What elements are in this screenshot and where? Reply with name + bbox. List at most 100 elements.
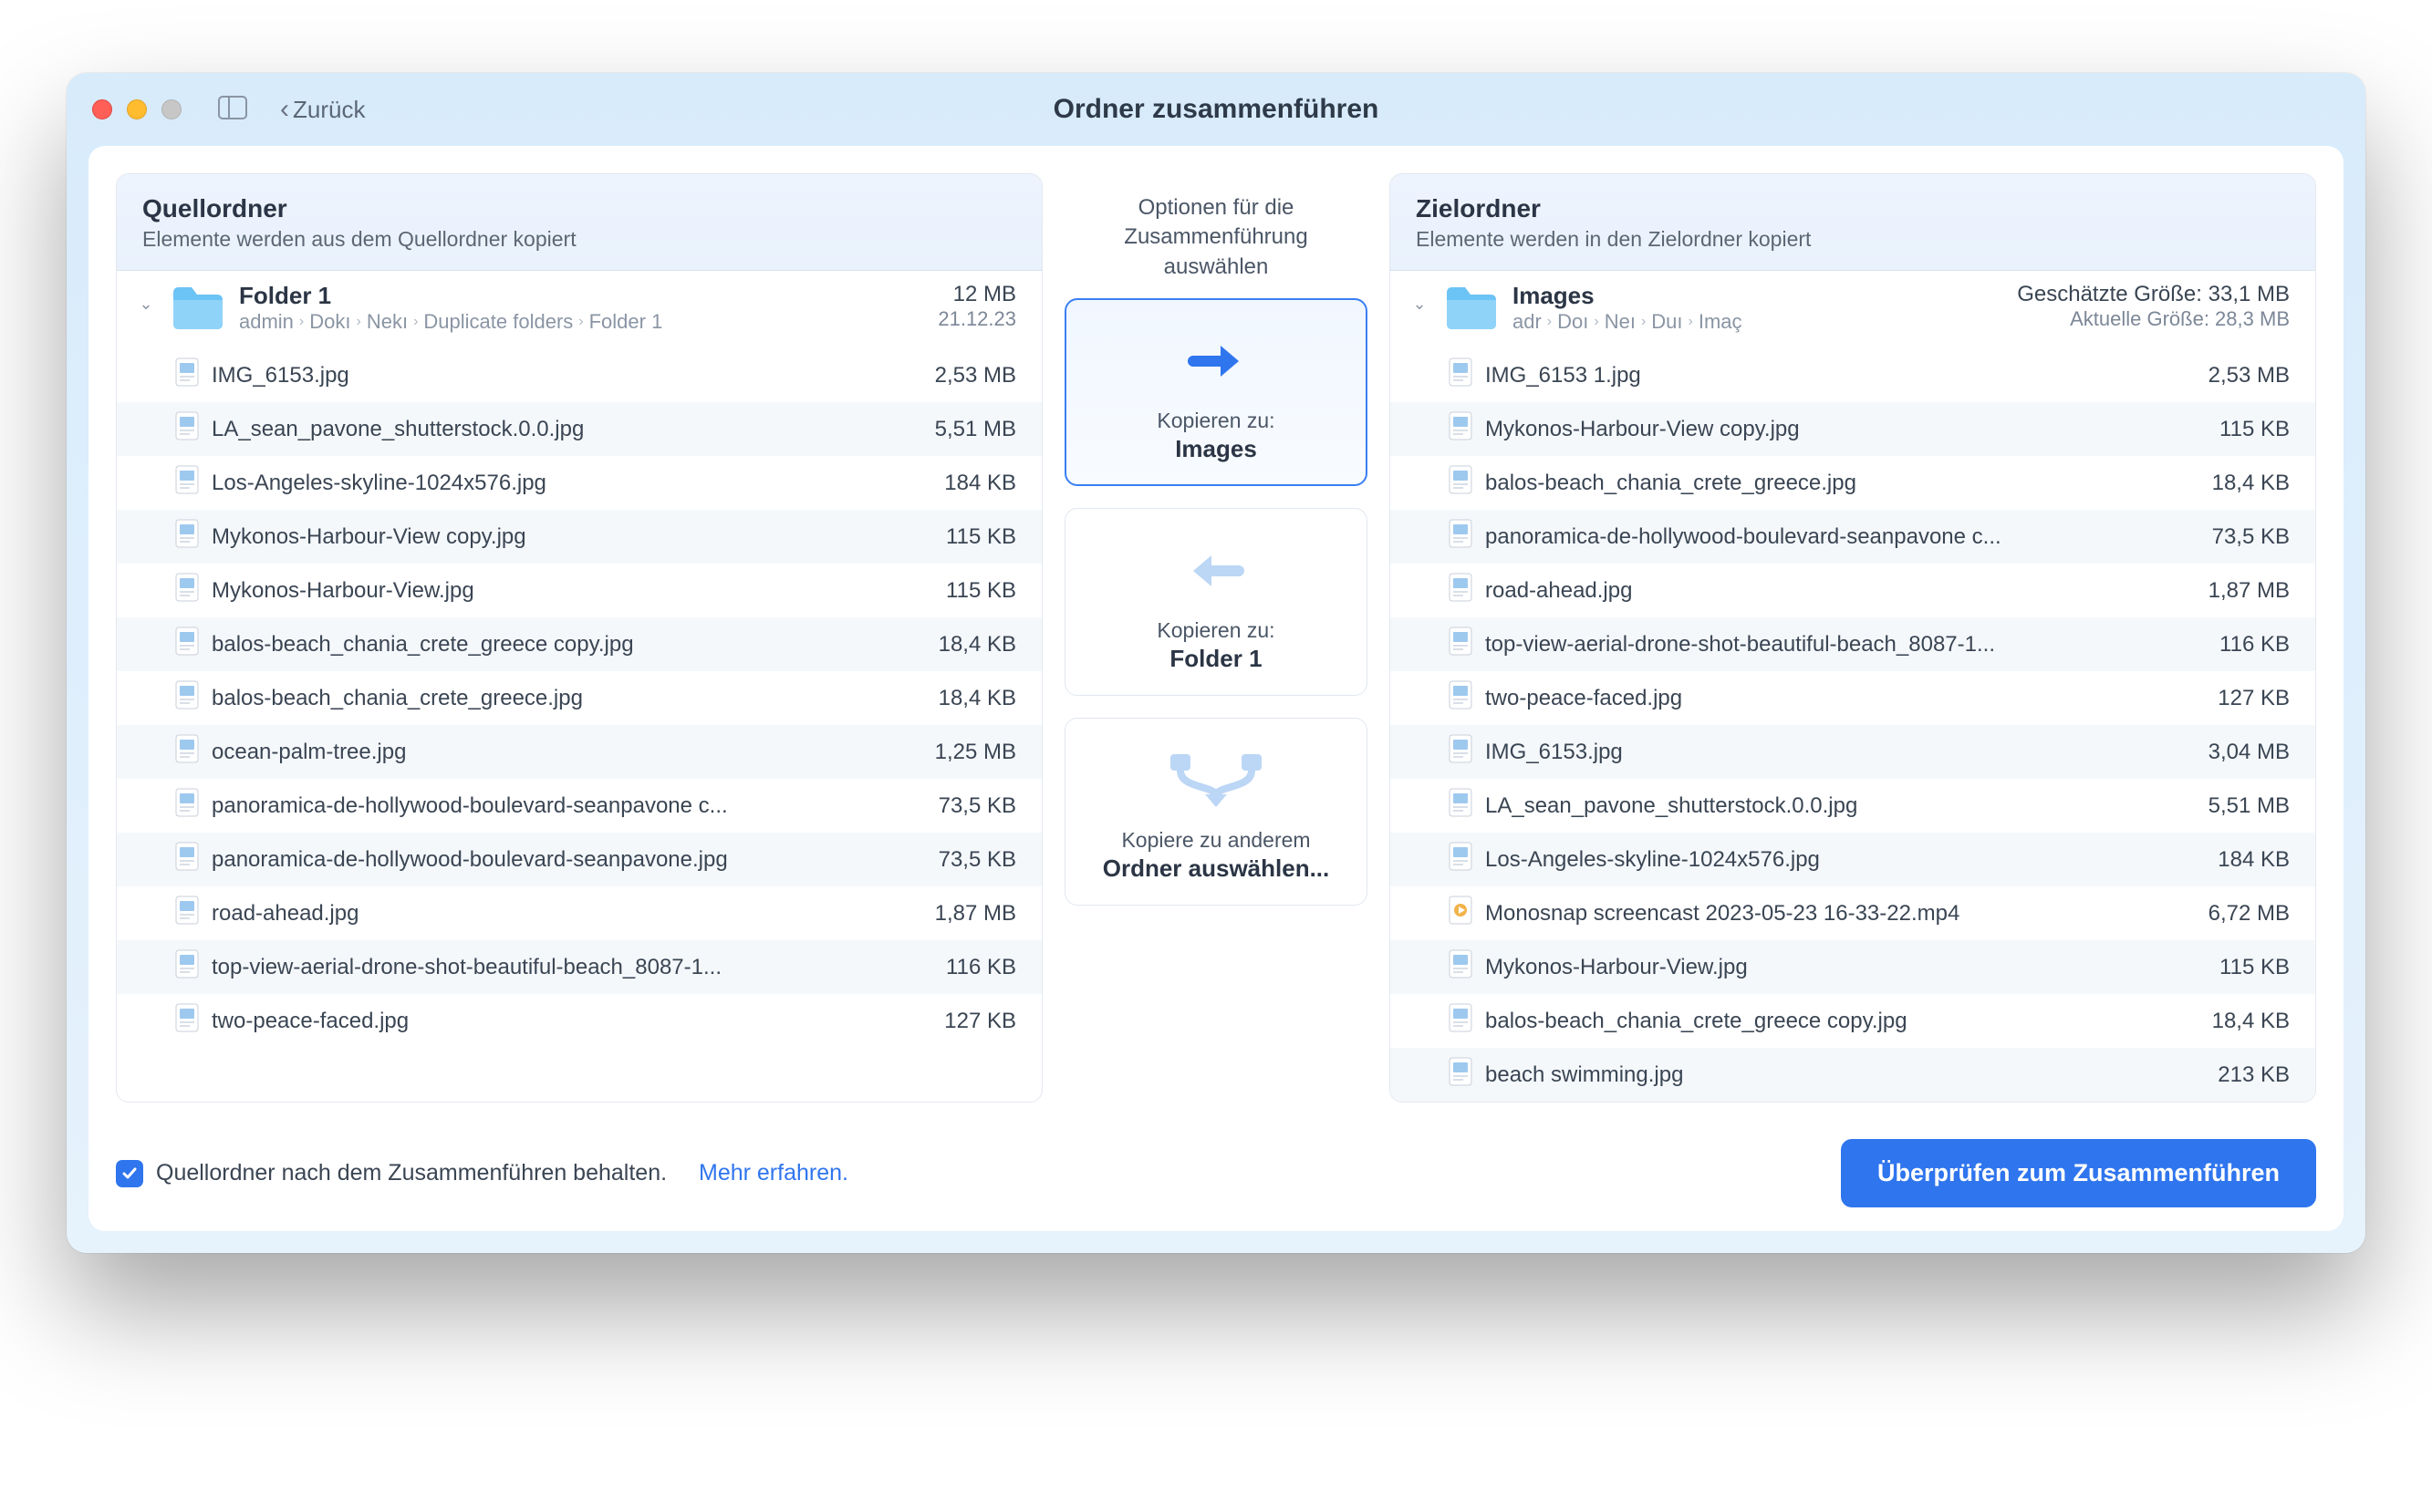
file-row[interactable]: balos-beach_chania_crete_greece.jpg18,4 … <box>1390 456 2315 510</box>
keep-source-label: Quellordner nach dem Zusammenführen beha… <box>156 1160 667 1186</box>
document-icon <box>175 357 199 393</box>
source-panel-title: Quellordner <box>142 194 1016 223</box>
merge-options-caption: Optionen für die Zusammenführung auswähl… <box>1065 173 1367 298</box>
file-name: Mykonos-Harbour-View copy.jpg <box>212 524 922 550</box>
document-icon <box>1449 734 1472 770</box>
chevron-right-icon: › <box>1547 314 1552 330</box>
sidebar-toggle-icon[interactable] <box>218 96 247 124</box>
file-row[interactable]: top-view-aerial-drone-shot-beautiful-bea… <box>117 940 1042 994</box>
source-panel-subtitle: Elemente werden aus dem Quellordner kopi… <box>142 227 1016 252</box>
file-size: 18,4 KB <box>928 632 1016 658</box>
file-row[interactable]: road-ahead.jpg1,87 MB <box>1390 564 2315 617</box>
file-row[interactable]: two-peace-faced.jpg127 KB <box>1390 671 2315 725</box>
file-row[interactable]: Mykonos-Harbour-View.jpg115 KB <box>1390 940 2315 994</box>
zoom-window-button[interactable] <box>161 99 182 119</box>
file-size: 1,87 MB <box>2198 578 2290 604</box>
file-name: Los-Angeles-skyline-1024x576.jpg <box>212 471 920 496</box>
chevron-down-icon[interactable]: ⌄ <box>1408 295 1430 314</box>
document-icon <box>1449 896 1472 931</box>
document-icon <box>1449 465 1472 501</box>
document-icon <box>175 465 199 501</box>
review-merge-button[interactable]: Überprüfen zum Zusammenführen <box>1841 1139 2316 1207</box>
file-size: 5,51 MB <box>924 417 1016 442</box>
file-row[interactable]: LA_sean_pavone_shutterstock.0.0.jpg5,51 … <box>1390 779 2315 833</box>
minimize-window-button[interactable] <box>127 99 147 119</box>
merge-option-caption: Kopieren zu: <box>1082 618 1350 643</box>
document-icon <box>175 627 199 662</box>
target-current-size: Aktuelle Größe: 28,3 MB <box>2017 307 2290 331</box>
file-name: Mykonos-Harbour-View copy.jpg <box>1485 417 2196 442</box>
breadcrumb-segment: Imaç <box>1699 310 1742 334</box>
file-row[interactable]: Mykonos-Harbour-View copy.jpg115 KB <box>1390 402 2315 456</box>
back-button[interactable]: ‹ Zurück <box>280 96 365 124</box>
file-row[interactable]: beach swimming.jpg213 KB <box>1390 1048 2315 1102</box>
file-row[interactable]: two-peace-faced.jpg127 KB <box>117 994 1042 1048</box>
merge-option-card[interactable]: Kopieren zu:Folder 1 <box>1065 508 1367 696</box>
file-size: 1,87 MB <box>924 901 1016 927</box>
file-row[interactable]: panoramica-de-hollywood-boulevard-seanpa… <box>117 833 1042 886</box>
target-panel-header: Zielordner Elemente werden in den Zielor… <box>1390 174 2315 271</box>
file-name: beach swimming.jpg <box>1485 1062 2194 1088</box>
file-row[interactable]: panoramica-de-hollywood-boulevard-seanpa… <box>117 779 1042 833</box>
file-row[interactable]: Los-Angeles-skyline-1024x576.jpg 184 KB <box>117 456 1042 510</box>
file-row[interactable]: IMG_6153.jpg2,53 MB <box>117 348 1042 402</box>
file-size: 1,25 MB <box>924 740 1016 765</box>
merge-option-card[interactable]: Kopiere zu anderemOrdner auswählen... <box>1065 718 1367 906</box>
file-name: ocean-palm-tree.jpg <box>212 740 911 765</box>
chevron-right-icon: › <box>578 314 583 330</box>
source-folder-row[interactable]: ⌄ Folder 1 admin›Dokı›Nekı›Duplicate fol… <box>117 271 1042 348</box>
merge-option-card[interactable]: Kopieren zu:Images <box>1065 298 1367 486</box>
file-size: 115 KB <box>935 524 1016 550</box>
breadcrumb-segment: Doı <box>1557 310 1588 334</box>
file-row[interactable]: balos-beach_chania_crete_greece copy.jpg… <box>1390 994 2315 1048</box>
file-size: 18,4 KB <box>2201 471 2290 496</box>
learn-more-link[interactable]: Mehr erfahren. <box>699 1160 848 1186</box>
keep-source-checkbox[interactable] <box>116 1160 143 1187</box>
file-row[interactable]: Mykonos-Harbour-View.jpg115 KB <box>117 564 1042 617</box>
file-row[interactable]: Monosnap screencast 2023-05-23 16-33-22.… <box>1390 886 2315 940</box>
file-name: IMG_6153 1.jpg <box>1485 363 2185 388</box>
file-size: 18,4 KB <box>928 686 1016 711</box>
document-icon <box>175 896 199 931</box>
merge-option-target: Folder 1 <box>1082 645 1350 673</box>
document-icon <box>1449 411 1472 447</box>
file-name: Mykonos-Harbour-View.jpg <box>212 578 922 604</box>
chevron-down-icon[interactable]: ⌄ <box>135 295 157 314</box>
file-size: 127 KB <box>2207 686 2290 711</box>
app-window: ‹ Zurück Ordner zusammenführen Quellordn… <box>67 73 2365 1253</box>
file-name: panoramica-de-hollywood-boulevard-seanpa… <box>212 847 915 873</box>
file-row[interactable]: top-view-aerial-drone-shot-beautiful-bea… <box>1390 617 2315 671</box>
file-size: 73,5 KB <box>928 793 1016 819</box>
source-folder-size: 12 MB <box>938 282 1016 307</box>
file-row[interactable]: balos-beach_chania_crete_greece.jpg18,4 … <box>117 671 1042 725</box>
file-row[interactable]: road-ahead.jpg1,87 MB <box>117 886 1042 940</box>
file-row[interactable]: LA_sean_pavone_shutterstock.0.0.jpg5,51 … <box>117 402 1042 456</box>
folder-icon <box>170 282 226 336</box>
folder-icon <box>1443 282 1500 336</box>
file-size: 184 KB <box>933 471 1016 496</box>
file-row[interactable]: Mykonos-Harbour-View copy.jpg 115 KB <box>117 510 1042 564</box>
file-row[interactable]: ocean-palm-tree.jpg 1,25 MB <box>117 725 1042 779</box>
file-name: Los-Angeles-skyline-1024x576.jpg <box>1485 847 2194 873</box>
document-icon <box>175 573 199 608</box>
close-window-button[interactable] <box>92 99 112 119</box>
target-folder-row[interactable]: ⌄ Images adr›Doı›Neı›Duı›Imaç Geschätzte… <box>1390 271 2315 348</box>
file-row[interactable]: IMG_6153.jpg3,04 MB <box>1390 725 2315 779</box>
target-panel-body: ⌄ Images adr›Doı›Neı›Duı›Imaç Geschätzte… <box>1390 271 2315 1102</box>
target-panel-subtitle: Elemente werden in den Zielordner kopier… <box>1416 227 2290 252</box>
breadcrumb-segment: admin <box>239 310 294 334</box>
file-name: IMG_6153.jpg <box>212 363 911 388</box>
file-row[interactable]: IMG_6153 1.jpg2,53 MB <box>1390 348 2315 402</box>
document-icon <box>175 788 199 823</box>
titlebar: ‹ Zurück Ordner zusammenführen <box>67 73 2365 146</box>
file-name: top-view-aerial-drone-shot-beautiful-bea… <box>212 955 922 980</box>
file-name: Monosnap screencast 2023-05-23 16-33-22.… <box>1485 901 2185 927</box>
document-icon <box>175 842 199 877</box>
merge-option-caption: Kopiere zu anderem <box>1082 828 1350 853</box>
document-icon <box>1449 842 1472 877</box>
file-row[interactable]: balos-beach_chania_crete_greece copy.jpg… <box>117 617 1042 671</box>
file-row[interactable]: panoramica-de-hollywood-boulevard-seanpa… <box>1390 510 2315 564</box>
source-breadcrumbs: admin›Dokı›Nekı›Duplicate folders›Folder… <box>239 310 925 334</box>
file-row[interactable]: Los-Angeles-skyline-1024x576.jpg184 KB <box>1390 833 2315 886</box>
file-name: panoramica-de-hollywood-boulevard-seanpa… <box>212 793 915 819</box>
